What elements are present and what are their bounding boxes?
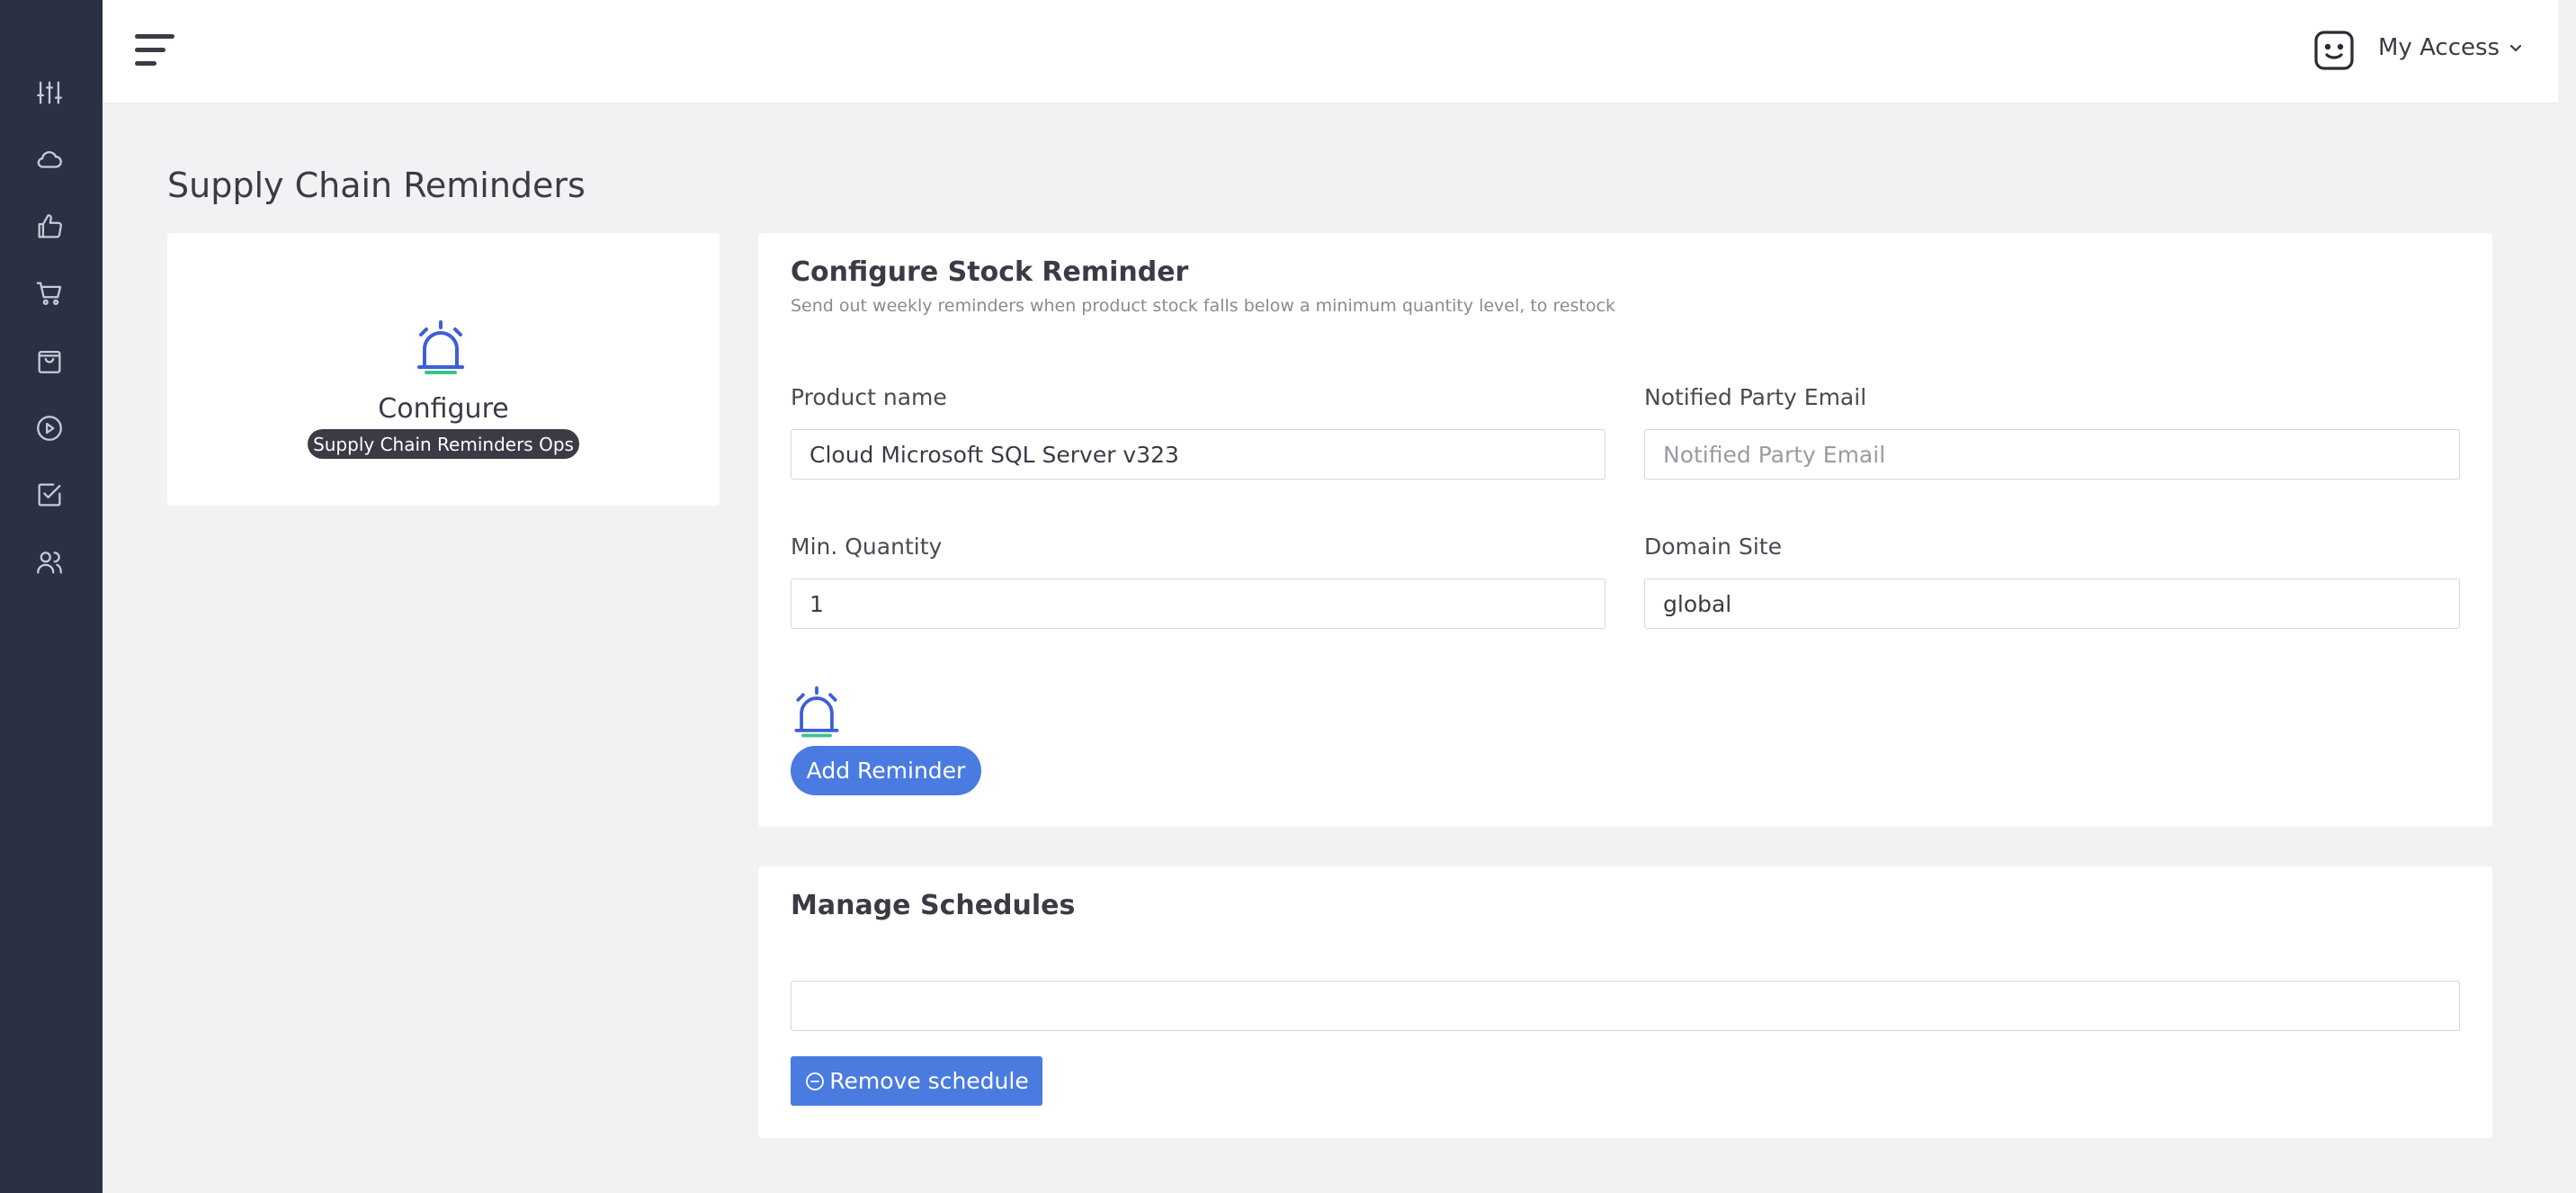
min-quantity-label: Min. Quantity [791, 534, 943, 560]
configure-section-subtitle: Send out weekly reminders when product s… [791, 296, 1615, 316]
configure-section-title: Configure Stock Reminder [791, 256, 1189, 288]
scrollbar[interactable] [2558, 0, 2576, 1193]
remove-schedule-label: Remove schedule [829, 1068, 1029, 1094]
shopping-bag-icon[interactable] [32, 344, 67, 378]
product-name-input[interactable] [791, 429, 1606, 480]
min-quantity-input[interactable] [791, 579, 1606, 629]
ops-badge: Supply Chain Reminders Ops [308, 429, 579, 459]
email-input[interactable] [1644, 429, 2460, 480]
hamburger-icon[interactable] [135, 32, 176, 68]
chevron-down-icon [2509, 44, 2522, 52]
page-title: Supply Chain Reminders [167, 166, 586, 205]
domain-site-input[interactable] [1644, 579, 2460, 629]
minus-circle-icon [806, 1072, 825, 1090]
bell-icon [414, 318, 468, 380]
top-bar: My Access [103, 0, 2558, 103]
product-name-label: Product name [791, 384, 947, 410]
schedule-select[interactable] [791, 981, 2460, 1031]
sliders-icon[interactable] [32, 76, 67, 110]
configure-card[interactable]: Configure Supply Chain Reminders Ops [167, 233, 720, 506]
bell-icon [791, 685, 843, 742]
play-circle-icon[interactable] [32, 411, 67, 445]
cart-icon[interactable] [32, 276, 67, 310]
my-access-menu[interactable]: My Access [2378, 34, 2523, 61]
email-label: Notified Party Email [1644, 384, 1867, 410]
manage-section-title: Manage Schedules [791, 890, 1076, 921]
configure-title: Configure [378, 393, 509, 425]
configure-stock-reminder-card: Configure Stock Reminder Send out weekly… [758, 233, 2492, 827]
remove-schedule-button[interactable]: Remove schedule [791, 1056, 1042, 1106]
users-icon[interactable] [32, 545, 67, 579]
add-reminder-button[interactable]: Add Reminder [791, 746, 981, 795]
cloud-icon[interactable] [32, 142, 67, 176]
my-access-label: My Access [2378, 34, 2500, 61]
check-square-icon[interactable] [32, 478, 67, 512]
thumbs-up-icon[interactable] [32, 210, 67, 244]
sidebar [0, 0, 103, 1193]
manage-schedules-card: Manage Schedules Remove schedule [758, 866, 2492, 1138]
domain-site-label: Domain Site [1644, 534, 1782, 560]
smiley-icon[interactable] [2313, 30, 2355, 71]
